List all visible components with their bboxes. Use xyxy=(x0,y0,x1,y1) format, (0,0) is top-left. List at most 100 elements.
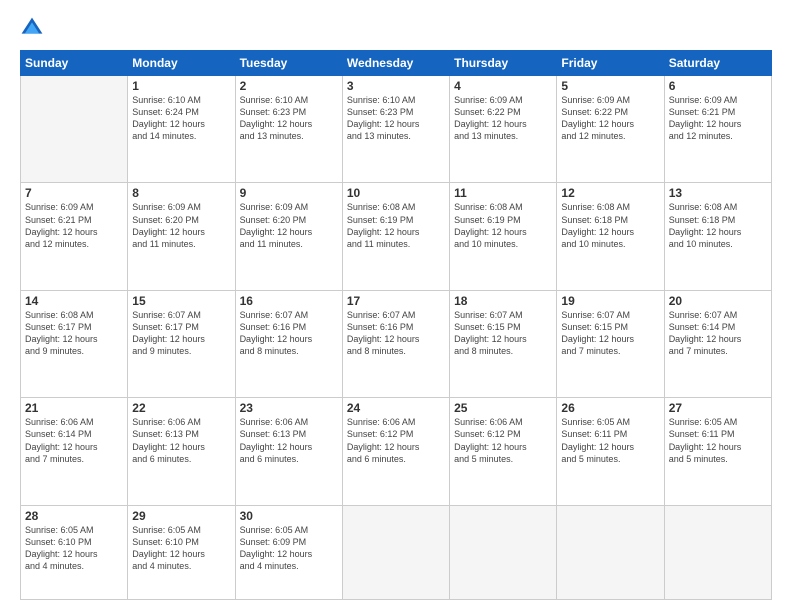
calendar: SundayMondayTuesdayWednesdayThursdayFrid… xyxy=(20,50,772,600)
calendar-cell: 29Sunrise: 6:05 AM Sunset: 6:10 PM Dayli… xyxy=(128,505,235,599)
calendar-cell: 15Sunrise: 6:07 AM Sunset: 6:17 PM Dayli… xyxy=(128,290,235,397)
calendar-cell: 23Sunrise: 6:06 AM Sunset: 6:13 PM Dayli… xyxy=(235,398,342,505)
day-number: 26 xyxy=(561,401,659,415)
day-info: Sunrise: 6:08 AM Sunset: 6:19 PM Dayligh… xyxy=(347,201,445,250)
day-number: 19 xyxy=(561,294,659,308)
calendar-day-header: Saturday xyxy=(664,51,771,76)
day-info: Sunrise: 6:05 AM Sunset: 6:11 PM Dayligh… xyxy=(561,416,659,465)
calendar-body: 1Sunrise: 6:10 AM Sunset: 6:24 PM Daylig… xyxy=(21,76,772,600)
day-info: Sunrise: 6:06 AM Sunset: 6:12 PM Dayligh… xyxy=(347,416,445,465)
calendar-cell: 17Sunrise: 6:07 AM Sunset: 6:16 PM Dayli… xyxy=(342,290,449,397)
day-info: Sunrise: 6:06 AM Sunset: 6:12 PM Dayligh… xyxy=(454,416,552,465)
day-info: Sunrise: 6:07 AM Sunset: 6:15 PM Dayligh… xyxy=(454,309,552,358)
calendar-day-header: Thursday xyxy=(450,51,557,76)
calendar-cell: 8Sunrise: 6:09 AM Sunset: 6:20 PM Daylig… xyxy=(128,183,235,290)
day-info: Sunrise: 6:09 AM Sunset: 6:20 PM Dayligh… xyxy=(240,201,338,250)
day-info: Sunrise: 6:05 AM Sunset: 6:10 PM Dayligh… xyxy=(25,524,123,573)
day-info: Sunrise: 6:09 AM Sunset: 6:21 PM Dayligh… xyxy=(25,201,123,250)
day-info: Sunrise: 6:08 AM Sunset: 6:18 PM Dayligh… xyxy=(669,201,767,250)
day-info: Sunrise: 6:10 AM Sunset: 6:23 PM Dayligh… xyxy=(240,94,338,143)
calendar-day-header: Sunday xyxy=(21,51,128,76)
calendar-week-row: 1Sunrise: 6:10 AM Sunset: 6:24 PM Daylig… xyxy=(21,76,772,183)
calendar-cell: 1Sunrise: 6:10 AM Sunset: 6:24 PM Daylig… xyxy=(128,76,235,183)
calendar-cell: 27Sunrise: 6:05 AM Sunset: 6:11 PM Dayli… xyxy=(664,398,771,505)
calendar-cell: 28Sunrise: 6:05 AM Sunset: 6:10 PM Dayli… xyxy=(21,505,128,599)
day-number: 25 xyxy=(454,401,552,415)
day-number: 21 xyxy=(25,401,123,415)
calendar-cell xyxy=(342,505,449,599)
day-number: 6 xyxy=(669,79,767,93)
day-number: 4 xyxy=(454,79,552,93)
day-info: Sunrise: 6:06 AM Sunset: 6:13 PM Dayligh… xyxy=(132,416,230,465)
day-info: Sunrise: 6:09 AM Sunset: 6:22 PM Dayligh… xyxy=(454,94,552,143)
calendar-cell: 30Sunrise: 6:05 AM Sunset: 6:09 PM Dayli… xyxy=(235,505,342,599)
day-info: Sunrise: 6:05 AM Sunset: 6:10 PM Dayligh… xyxy=(132,524,230,573)
day-number: 29 xyxy=(132,509,230,523)
calendar-cell: 11Sunrise: 6:08 AM Sunset: 6:19 PM Dayli… xyxy=(450,183,557,290)
calendar-cell: 5Sunrise: 6:09 AM Sunset: 6:22 PM Daylig… xyxy=(557,76,664,183)
calendar-cell xyxy=(21,76,128,183)
day-info: Sunrise: 6:05 AM Sunset: 6:11 PM Dayligh… xyxy=(669,416,767,465)
day-number: 30 xyxy=(240,509,338,523)
calendar-header-row: SundayMondayTuesdayWednesdayThursdayFrid… xyxy=(21,51,772,76)
day-number: 17 xyxy=(347,294,445,308)
calendar-cell: 19Sunrise: 6:07 AM Sunset: 6:15 PM Dayli… xyxy=(557,290,664,397)
calendar-cell: 12Sunrise: 6:08 AM Sunset: 6:18 PM Dayli… xyxy=(557,183,664,290)
day-info: Sunrise: 6:10 AM Sunset: 6:24 PM Dayligh… xyxy=(132,94,230,143)
day-number: 3 xyxy=(347,79,445,93)
day-number: 10 xyxy=(347,186,445,200)
day-info: Sunrise: 6:09 AM Sunset: 6:20 PM Dayligh… xyxy=(132,201,230,250)
calendar-cell: 14Sunrise: 6:08 AM Sunset: 6:17 PM Dayli… xyxy=(21,290,128,397)
calendar-cell: 10Sunrise: 6:08 AM Sunset: 6:19 PM Dayli… xyxy=(342,183,449,290)
day-number: 24 xyxy=(347,401,445,415)
day-number: 28 xyxy=(25,509,123,523)
calendar-cell: 7Sunrise: 6:09 AM Sunset: 6:21 PM Daylig… xyxy=(21,183,128,290)
calendar-day-header: Tuesday xyxy=(235,51,342,76)
calendar-day-header: Wednesday xyxy=(342,51,449,76)
day-number: 11 xyxy=(454,186,552,200)
day-number: 9 xyxy=(240,186,338,200)
calendar-week-row: 7Sunrise: 6:09 AM Sunset: 6:21 PM Daylig… xyxy=(21,183,772,290)
day-number: 14 xyxy=(25,294,123,308)
day-info: Sunrise: 6:09 AM Sunset: 6:21 PM Dayligh… xyxy=(669,94,767,143)
day-number: 5 xyxy=(561,79,659,93)
day-number: 22 xyxy=(132,401,230,415)
calendar-day-header: Monday xyxy=(128,51,235,76)
day-number: 23 xyxy=(240,401,338,415)
header xyxy=(20,16,772,40)
calendar-cell: 9Sunrise: 6:09 AM Sunset: 6:20 PM Daylig… xyxy=(235,183,342,290)
day-info: Sunrise: 6:07 AM Sunset: 6:17 PM Dayligh… xyxy=(132,309,230,358)
day-info: Sunrise: 6:07 AM Sunset: 6:16 PM Dayligh… xyxy=(347,309,445,358)
calendar-cell: 2Sunrise: 6:10 AM Sunset: 6:23 PM Daylig… xyxy=(235,76,342,183)
day-info: Sunrise: 6:08 AM Sunset: 6:17 PM Dayligh… xyxy=(25,309,123,358)
calendar-cell xyxy=(450,505,557,599)
calendar-cell: 25Sunrise: 6:06 AM Sunset: 6:12 PM Dayli… xyxy=(450,398,557,505)
day-number: 15 xyxy=(132,294,230,308)
day-info: Sunrise: 6:05 AM Sunset: 6:09 PM Dayligh… xyxy=(240,524,338,573)
calendar-cell: 6Sunrise: 6:09 AM Sunset: 6:21 PM Daylig… xyxy=(664,76,771,183)
day-info: Sunrise: 6:10 AM Sunset: 6:23 PM Dayligh… xyxy=(347,94,445,143)
day-number: 12 xyxy=(561,186,659,200)
calendar-cell: 26Sunrise: 6:05 AM Sunset: 6:11 PM Dayli… xyxy=(557,398,664,505)
day-number: 18 xyxy=(454,294,552,308)
day-info: Sunrise: 6:06 AM Sunset: 6:13 PM Dayligh… xyxy=(240,416,338,465)
calendar-cell: 13Sunrise: 6:08 AM Sunset: 6:18 PM Dayli… xyxy=(664,183,771,290)
calendar-cell: 21Sunrise: 6:06 AM Sunset: 6:14 PM Dayli… xyxy=(21,398,128,505)
calendar-day-header: Friday xyxy=(557,51,664,76)
day-number: 8 xyxy=(132,186,230,200)
day-number: 16 xyxy=(240,294,338,308)
calendar-week-row: 14Sunrise: 6:08 AM Sunset: 6:17 PM Dayli… xyxy=(21,290,772,397)
day-number: 2 xyxy=(240,79,338,93)
day-number: 1 xyxy=(132,79,230,93)
calendar-cell: 3Sunrise: 6:10 AM Sunset: 6:23 PM Daylig… xyxy=(342,76,449,183)
day-info: Sunrise: 6:07 AM Sunset: 6:14 PM Dayligh… xyxy=(669,309,767,358)
calendar-cell: 4Sunrise: 6:09 AM Sunset: 6:22 PM Daylig… xyxy=(450,76,557,183)
day-info: Sunrise: 6:08 AM Sunset: 6:19 PM Dayligh… xyxy=(454,201,552,250)
calendar-cell: 20Sunrise: 6:07 AM Sunset: 6:14 PM Dayli… xyxy=(664,290,771,397)
calendar-cell xyxy=(664,505,771,599)
day-info: Sunrise: 6:09 AM Sunset: 6:22 PM Dayligh… xyxy=(561,94,659,143)
calendar-cell xyxy=(557,505,664,599)
day-number: 20 xyxy=(669,294,767,308)
calendar-week-row: 28Sunrise: 6:05 AM Sunset: 6:10 PM Dayli… xyxy=(21,505,772,599)
calendar-cell: 24Sunrise: 6:06 AM Sunset: 6:12 PM Dayli… xyxy=(342,398,449,505)
